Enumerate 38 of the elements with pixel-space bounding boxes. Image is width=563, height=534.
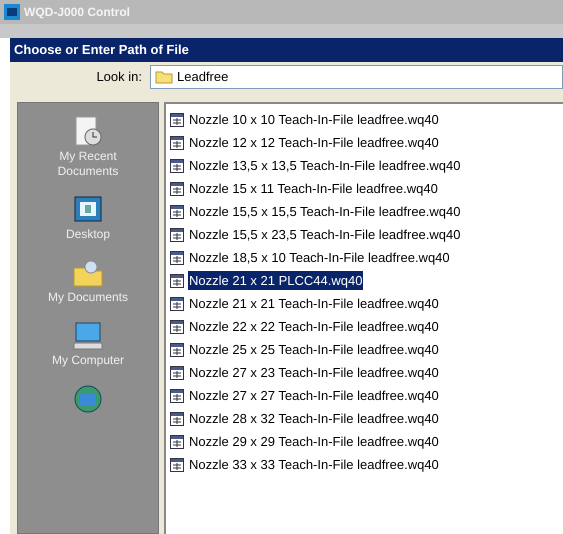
- file-item[interactable]: Nozzle 27 x 23 Teach-In-File leadfree.wq40: [188, 362, 440, 382]
- file-icon: [169, 250, 185, 266]
- folder-icon: [155, 70, 173, 84]
- file-icon: [169, 434, 185, 450]
- file-icon: [169, 456, 185, 472]
- dialog-title: Choose or Enter Path of File: [14, 41, 189, 60]
- file-icon: [169, 272, 185, 288]
- look-in-label: Look in:: [95, 68, 143, 86]
- file-icon: [169, 318, 185, 334]
- file-item[interactable]: Nozzle 25 x 25 Teach-In-File leadfree.wq40: [188, 340, 440, 360]
- file-item[interactable]: Nozzle 18,5 x 10 Teach-In-File leadfree.wq40: [188, 248, 451, 268]
- file-icon: [169, 342, 185, 358]
- file-item[interactable]: Nozzle 12 x 12 Teach-In-File leadfree.wq40: [188, 132, 440, 152]
- file-icon: [169, 180, 185, 196]
- file-item[interactable]: Nozzle 15 x 11 Teach-In-File leadfree.wq40: [188, 178, 439, 198]
- file-icon: [169, 204, 185, 220]
- file-item[interactable]: Nozzle 28 x 32 Teach-In-File leadfree.wq40: [188, 408, 440, 428]
- file-item[interactable]: Nozzle 21 x 21 Teach-In-File leadfree.wq40: [188, 294, 440, 314]
- window-title: WQD-J000 Control: [24, 4, 130, 21]
- file-icon: [169, 410, 185, 426]
- file-icon: [169, 364, 185, 380]
- file-icon: [169, 158, 185, 174]
- look-in-dropdown[interactable]: Leadfree: [150, 65, 563, 89]
- file-icon: [169, 134, 185, 150]
- file-icon: [169, 226, 185, 242]
- file-icon: [169, 388, 185, 404]
- file-item[interactable]: Nozzle 29 x 29 Teach-In-File leadfree.wq40: [188, 432, 440, 452]
- file-icon: [169, 112, 185, 128]
- file-icon: [169, 296, 185, 312]
- file-item[interactable]: Nozzle 22 x 22 Teach-In-File leadfree.wq40: [188, 316, 440, 336]
- file-item[interactable]: Nozzle 15,5 x 23,5 Teach-In-File leadfree.wq40: [188, 224, 462, 244]
- file-item[interactable]: Nozzle 27 x 27 Teach-In-File leadfree.wq40: [188, 386, 440, 406]
- file-item[interactable]: Nozzle 15,5 x 15,5 Teach-In-File leadfree.wq40: [188, 202, 462, 222]
- file-item[interactable]: Nozzle 21 x 21 PLCC44.wq40: [188, 270, 364, 290]
- file-item[interactable]: Nozzle 13,5 x 13,5 Teach-In-File leadfree.wq40: [188, 156, 462, 176]
- file-item[interactable]: Nozzle 10 x 10 Teach-In-File leadfree.wq40: [188, 110, 440, 130]
- app-icon: [4, 4, 20, 20]
- file-item[interactable]: Nozzle 33 x 33 Teach-In-File leadfree.wq40: [188, 454, 440, 474]
